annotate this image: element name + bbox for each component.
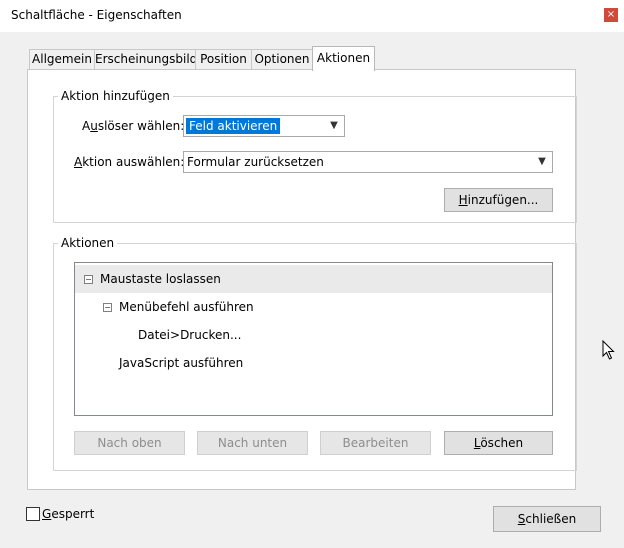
trigger-select-value: Feld aktivieren (186, 118, 281, 134)
trigger-label: Auslöser wählen: (82, 119, 185, 133)
add-button[interactable]: Hinzufügen... (444, 188, 553, 212)
tree-item-datei-drucken[interactable]: Datei>Drucken... (75, 321, 552, 349)
tree-item-maustaste-loslassen[interactable]: − Maustaste loslassen (75, 265, 552, 293)
tree-item-javascript-ausfuehren[interactable]: JavaScript ausführen (75, 349, 552, 377)
trigger-select[interactable]: Feld aktivieren ▼ (183, 115, 345, 137)
edit-button[interactable]: Bearbeiten (320, 431, 431, 455)
collapse-icon[interactable]: − (84, 275, 93, 284)
chevron-down-icon: ▼ (538, 156, 546, 167)
move-up-button[interactable]: Nach oben (74, 431, 185, 455)
action-select[interactable]: Formular zurücksetzen ▼ (183, 151, 553, 173)
collapse-icon[interactable]: − (103, 303, 112, 312)
action-select-value: Formular zurücksetzen (187, 155, 324, 169)
chevron-down-icon: ▼ (330, 120, 338, 131)
action-label: Aktion auswählen: (74, 155, 185, 169)
tree-item-menuebefehl-ausfuehren[interactable]: − Menübefehl ausführen (75, 293, 552, 321)
move-down-button[interactable]: Nach unten (197, 431, 308, 455)
actions-group-title: Aktionen (58, 236, 118, 250)
actions-tree[interactable]: − Maustaste loslassen − Menübefehl ausfü… (74, 262, 553, 416)
delete-button[interactable]: Löschen (444, 431, 553, 455)
add-action-group-title: Aktion hinzufügen (58, 89, 173, 103)
